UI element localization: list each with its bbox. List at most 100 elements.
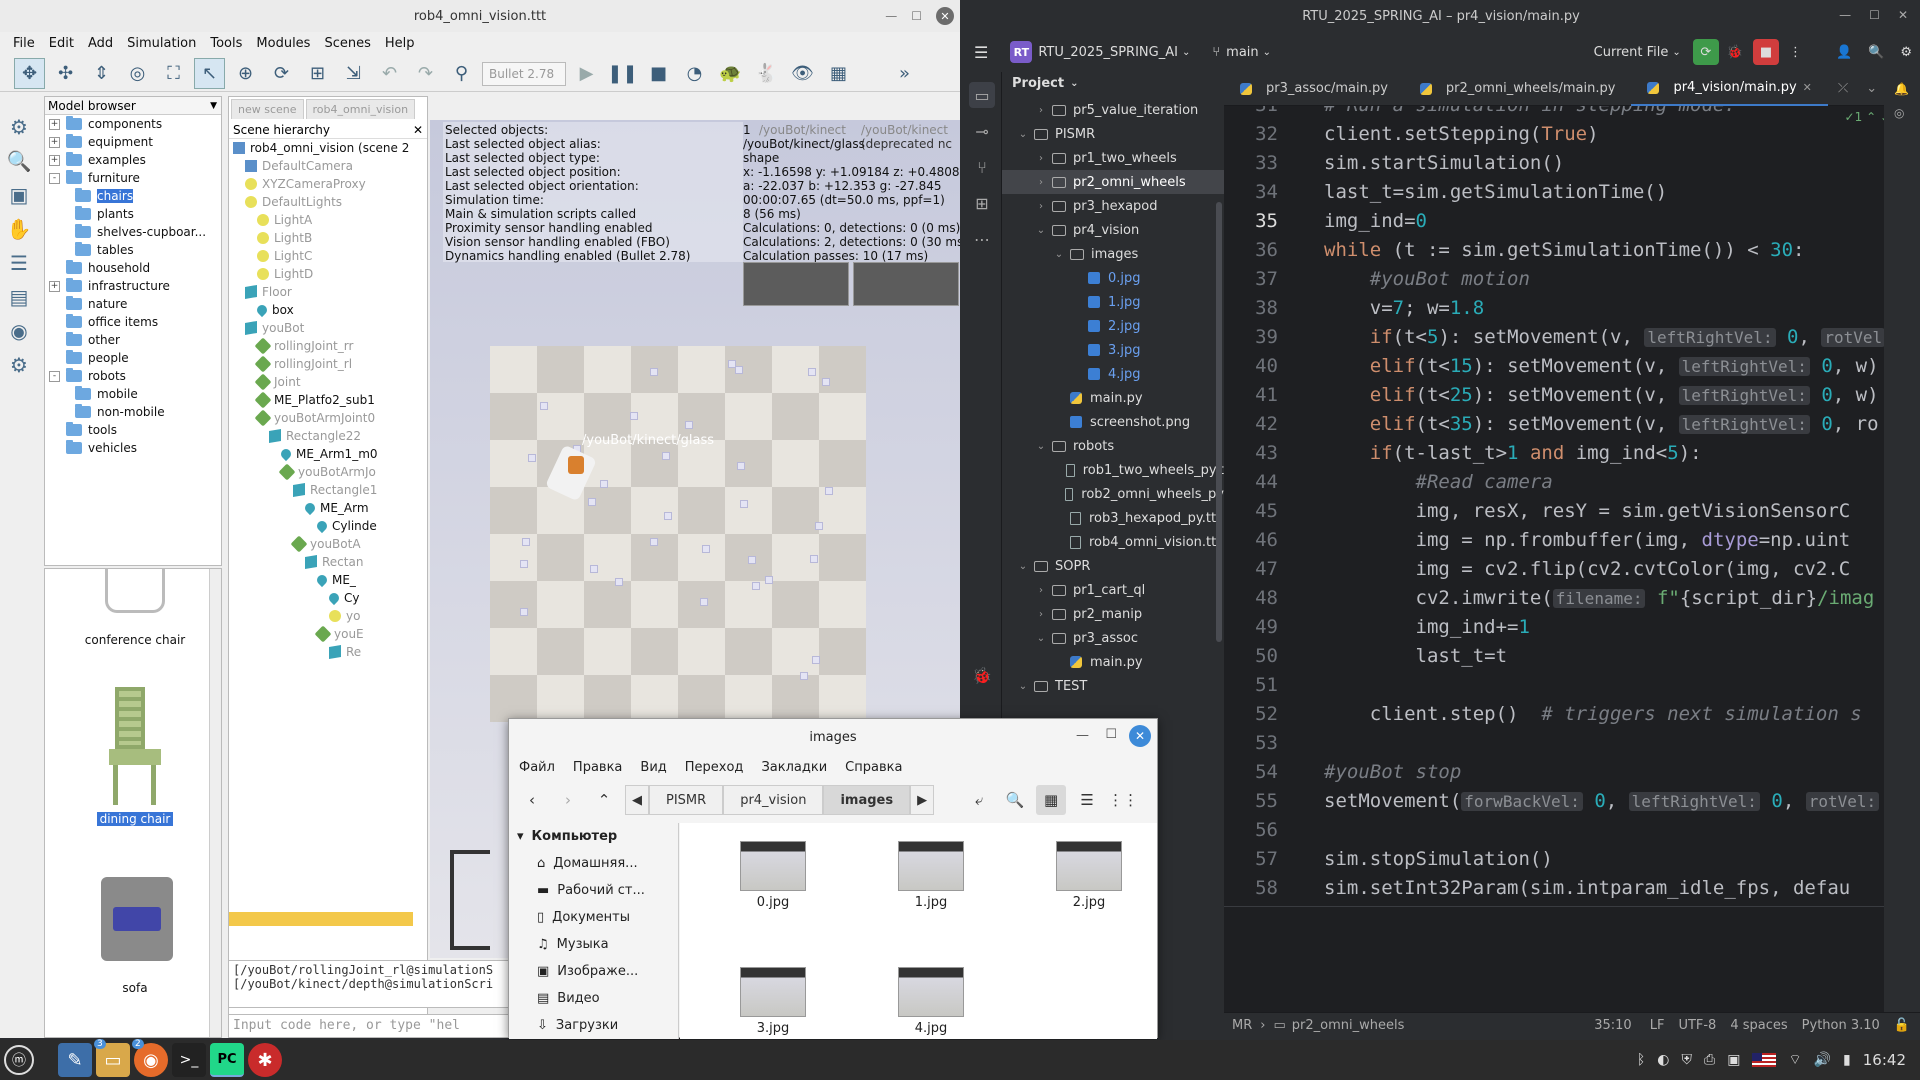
chevron-icon[interactable]: › bbox=[1034, 201, 1048, 212]
coppeliasim-icon[interactable]: ✱ bbox=[248, 1043, 282, 1077]
simulation-settings-icon[interactable]: ⚙ bbox=[4, 112, 34, 142]
expand-toggle-icon[interactable]: - bbox=[49, 172, 60, 184]
expand-toggle-icon[interactable]: - bbox=[49, 370, 60, 382]
model-folder[interactable]: + components bbox=[45, 115, 221, 133]
project-node[interactable]: ⌄ PISMR bbox=[1002, 122, 1224, 146]
model-browser-icon[interactable]: ◉ bbox=[4, 316, 34, 346]
model-folder[interactable]: + infrastructure bbox=[45, 277, 221, 295]
depth-sensor-view[interactable] bbox=[853, 262, 959, 306]
model-folder[interactable]: + equipment bbox=[45, 133, 221, 151]
places-header[interactable]: ▾ Компьютер bbox=[509, 823, 678, 850]
menu-help[interactable]: Help bbox=[378, 36, 422, 51]
split-icon[interactable]: ⤫ bbox=[1838, 81, 1848, 96]
project-panel-header[interactable]: Project ⌄ bbox=[1002, 72, 1224, 94]
toggle-location-icon[interactable]: ⤶ bbox=[964, 785, 994, 815]
model-folder[interactable]: other bbox=[45, 331, 221, 349]
click-select-icon[interactable]: ↖ bbox=[194, 58, 225, 89]
chevron-icon[interactable]: ⌄ bbox=[1034, 225, 1048, 236]
file-encoding[interactable]: UTF-8 bbox=[1678, 1018, 1716, 1033]
menu-tools[interactable]: Tools bbox=[203, 36, 249, 51]
faster-icon[interactable]: 🐇 bbox=[751, 58, 782, 89]
tab-pr2-omni-wheels[interactable]: pr2_omni_wheels/main.py bbox=[1404, 72, 1632, 106]
minimize-icon[interactable]: — bbox=[885, 9, 897, 23]
file-thumbnail[interactable] bbox=[898, 967, 964, 1017]
minimize-icon[interactable]: — bbox=[1839, 8, 1851, 22]
maximize-icon[interactable]: ☐ bbox=[1869, 8, 1880, 22]
close-icon[interactable]: ✕ bbox=[1803, 81, 1812, 94]
scene-object[interactable]: Joint bbox=[229, 373, 427, 391]
text-editor-icon[interactable]: ✎ bbox=[58, 1043, 92, 1077]
place-documents[interactable]: ▯ Документы bbox=[509, 904, 678, 931]
chevron-down-icon[interactable]: ▼ bbox=[210, 101, 217, 111]
scene-object-props-icon[interactable]: 🔍 bbox=[4, 146, 34, 176]
tab-pr4-vision[interactable]: pr4_vision/main.py ✕ bbox=[1631, 72, 1828, 106]
model-folder[interactable]: chairs bbox=[45, 187, 221, 205]
menu-file[interactable]: File bbox=[6, 36, 42, 51]
menu-edit[interactable]: Правка bbox=[573, 760, 622, 775]
real-time-icon[interactable]: ◔ bbox=[679, 58, 710, 89]
file-thumbnail[interactable] bbox=[740, 841, 806, 891]
file-name[interactable]: 0.jpg bbox=[740, 895, 806, 910]
sofa-image[interactable] bbox=[101, 877, 173, 961]
scene-object[interactable]: rollingJoint_rl bbox=[229, 355, 427, 373]
project-node[interactable]: 0.jpg bbox=[1002, 266, 1224, 290]
settings-icon[interactable]: ⚙ bbox=[1900, 45, 1912, 60]
project-node[interactable]: ⌄ pr3_assoc bbox=[1002, 626, 1224, 650]
expand-toggle-icon[interactable]: + bbox=[49, 118, 60, 130]
scene-object[interactable]: rollingJoint_rr bbox=[229, 337, 427, 355]
list-view-icon[interactable]: ☰ bbox=[1072, 785, 1102, 815]
project-node[interactable]: rob4_omni_vision.ttt bbox=[1002, 530, 1224, 554]
project-node[interactable]: rob2_omni_wheels_py bbox=[1002, 482, 1224, 506]
file-thumbnail[interactable] bbox=[1056, 841, 1122, 891]
search-icon[interactable]: 🔍 bbox=[1000, 785, 1030, 815]
project-node[interactable]: ⌄ TEST bbox=[1002, 674, 1224, 698]
scene-object[interactable]: Rectangle22 bbox=[229, 427, 427, 445]
scene-object[interactable]: Cy bbox=[229, 589, 427, 607]
model-folder[interactable]: office items bbox=[45, 313, 221, 331]
clipboard-icon[interactable]: ▣ bbox=[1727, 1052, 1740, 1068]
debug-icon[interactable]: 🐞 bbox=[1727, 45, 1743, 60]
tab-new-scene[interactable]: new scene bbox=[231, 99, 304, 119]
expand-toggle-icon[interactable]: + bbox=[49, 280, 60, 292]
scripts-icon[interactable]: ☰ bbox=[4, 248, 34, 278]
indent-setting[interactable]: 4 spaces bbox=[1730, 1018, 1787, 1033]
project-node[interactable]: ⌄ robots bbox=[1002, 434, 1224, 458]
conference-chair-image[interactable] bbox=[105, 569, 165, 613]
scene-object[interactable]: LightD bbox=[229, 265, 427, 283]
project-node[interactable]: main.py bbox=[1002, 650, 1224, 674]
page-selector-icon[interactable]: ▦ bbox=[823, 58, 854, 89]
project-node[interactable]: › pr5_value_iteration bbox=[1002, 98, 1224, 122]
battery-icon[interactable]: ▮ bbox=[1843, 1052, 1851, 1068]
forward-icon[interactable]: › bbox=[553, 785, 583, 815]
line-ending[interactable]: LF bbox=[1650, 1018, 1665, 1033]
printer-icon[interactable]: ⎙ bbox=[1704, 1052, 1715, 1068]
chevron-icon[interactable]: ⌄ bbox=[1016, 129, 1030, 140]
menu-modules[interactable]: Modules bbox=[249, 36, 317, 51]
scene-object[interactable]: ME_Arm bbox=[229, 499, 427, 517]
scene-object[interactable]: youBot bbox=[229, 319, 427, 337]
status-crumb[interactable]: MR bbox=[1232, 1018, 1252, 1033]
scene-object[interactable]: Floor bbox=[229, 283, 427, 301]
scene-object[interactable]: youE bbox=[229, 625, 427, 643]
crumb-right-arrow[interactable]: ▶ bbox=[910, 785, 935, 815]
volume-icon[interactable]: 🔊 bbox=[1814, 1052, 1831, 1068]
model-folder[interactable]: people bbox=[45, 349, 221, 367]
model-folder[interactable]: - furniture bbox=[45, 169, 221, 187]
files-icon[interactable]: ▭ 3 bbox=[94, 1039, 130, 1077]
chevron-down-icon[interactable]: ⌄ bbox=[1070, 78, 1078, 89]
notifications-icon[interactable]: 🔔 bbox=[1894, 82, 1910, 96]
status-crumb[interactable]: pr2_omni_wheels bbox=[1292, 1018, 1405, 1033]
file-name[interactable]: 3.jpg bbox=[740, 1021, 806, 1036]
ai-assistant-icon[interactable]: ◎ bbox=[1894, 106, 1910, 120]
hamburger-icon[interactable]: ☰ bbox=[974, 43, 988, 62]
project-node[interactable]: › pr1_two_wheels bbox=[1002, 146, 1224, 170]
slower-icon[interactable]: 🐢 bbox=[715, 58, 746, 89]
close-icon[interactable]: ✕ bbox=[1129, 725, 1151, 747]
scene-hierarchy-icon[interactable]: ⚙ bbox=[4, 350, 34, 380]
dining-chair-image[interactable] bbox=[109, 687, 161, 807]
scene-object[interactable]: youBotArmJo bbox=[229, 463, 427, 481]
firefox-icon[interactable]: ◉ 2 bbox=[132, 1039, 168, 1077]
vision-sensor-view[interactable] bbox=[743, 262, 849, 306]
calc-modules-icon[interactable]: ▣ bbox=[4, 180, 34, 210]
file-name[interactable]: 1.jpg bbox=[898, 895, 964, 910]
